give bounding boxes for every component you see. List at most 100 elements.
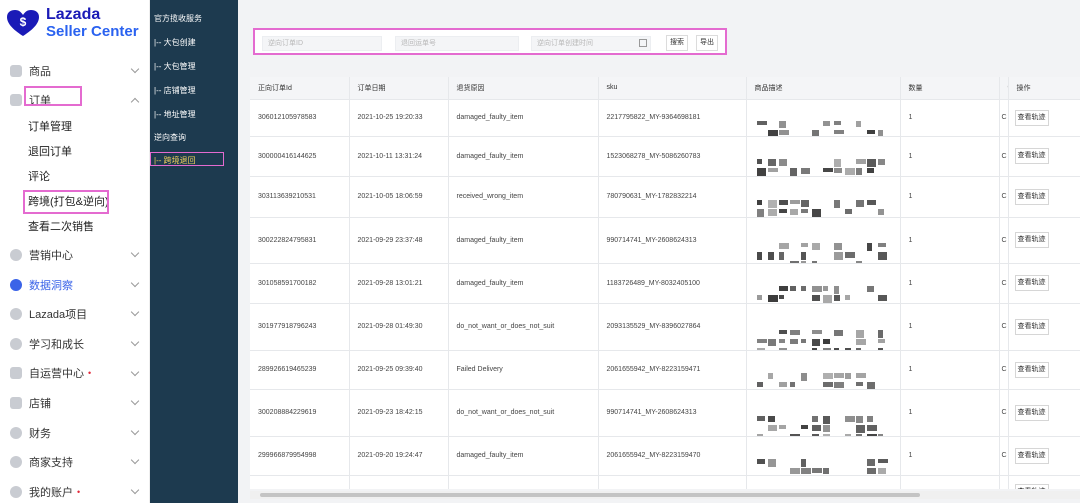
cell-return-reason: damaged_faulty_item [448,217,599,264]
cell-partial: C [999,436,1009,476]
cell-description-redacted [746,350,901,390]
cell-return-reason: damaged_faulty_item [448,436,599,476]
cell-action: 查看轨迹 [1008,99,1080,137]
cell-order-date: 2021-10-05 18:06:59 [349,176,449,218]
cell-action: 查看轨迹 [1008,263,1080,304]
search-button[interactable]: 搜索 [666,35,688,51]
learning-icon [10,337,22,350]
cell-description-redacted [746,303,901,351]
view-tracking-button[interactable]: 查看轨迹 [1014,109,1049,126]
cell-return-reason: damaged_faulty_item [448,99,599,137]
secondary-nav-item-manage-package[interactable]: |-- 大包管理 [154,61,196,72]
col-description[interactable]: 商品描述 [746,77,901,100]
created-time-placeholder: 逆向订单创建时间 [537,40,593,47]
cell-sku: 990714741_MY-2608624313 [598,217,747,264]
sidebar-sub-returned-orders[interactable]: 退回订单 [0,140,150,165]
sidebar-item-lazada-project[interactable]: Lazada项目 [0,299,150,329]
cell-order-id: 301977918796243 [250,303,350,351]
cell-sku: 2061655942_MY-8223159471 [598,350,747,390]
col-return-reason[interactable]: 退货原因 [448,77,599,100]
cell-order-date: 2021-09-29 23:37:48 [349,217,449,264]
cell-action: 查看轨迹 [1008,217,1080,264]
view-tracking-button[interactable]: 查看轨迹 [1014,188,1049,205]
horizontal-scrollbar[interactable] [250,491,1080,499]
cell-quantity: 1 [900,99,1000,137]
col-action[interactable]: 操作 [1008,77,1080,100]
view-tracking-button[interactable]: 查看轨迹 [1014,275,1049,291]
cell-order-id: 289926619465239 [250,350,350,390]
created-time-input[interactable]: 逆向订单创建时间 [531,36,651,51]
view-tracking-button[interactable]: 查看轨迹 [1014,484,1049,489]
cell-sku: 2217795822_MY-9364698181 [598,99,747,137]
highlight-box-cross-border-return [150,152,224,166]
cell-quantity: 1 [900,389,1000,437]
col-order-id[interactable]: 正向订单Id [250,77,350,100]
col-sku[interactable]: sku [598,77,747,100]
cell-action: 查看轨迹 [1008,475,1080,489]
view-tracking-button[interactable]: 查看轨迹 [1014,318,1049,335]
cell-order-date: 2021-09-14 22:19:08 [349,475,449,489]
view-tracking-button[interactable]: 查看轨迹 [1014,148,1049,164]
col-order-date[interactable]: 订单日期 [349,77,449,100]
sidebar-item-self-operation[interactable]: 自运营中心 • [0,359,150,389]
cell-sku: 2061655942_MY-8223159470 [598,436,747,476]
view-tracking-button[interactable]: 查看轨迹 [1014,447,1049,464]
table-row: 3003761110146232021-09-14 22:19:08damage… [250,475,1080,489]
calendar-icon[interactable] [639,39,647,47]
app-root: $ Lazada Seller Center 商品 订单 订单管理 退回订单 评… [0,0,1080,503]
cell-description-redacted [746,136,901,177]
cell-description-redacted: ion in [746,475,901,489]
sidebar-item-finance[interactable]: 财务 [0,418,150,448]
sidebar-sub-order-management[interactable]: 订单管理 [0,115,150,140]
table-row: 300000416144625 2021-10-11 13:31:24 damage… [250,136,1080,177]
support-icon [10,456,22,469]
secondary-nav-item-reverse-query[interactable]: 逆向查询 [154,132,186,143]
col-quantity[interactable]: 数量 [900,77,1000,100]
cell-partial: C [999,389,1009,437]
export-button[interactable]: 导出 [696,35,718,51]
cell-order-date: 2021-09-23 18:42:15 [349,389,449,437]
sidebar-sub-resale[interactable]: 查看二次销售 [0,215,150,240]
sidebar-item-merchant-support[interactable]: 商家支持 [0,447,150,477]
cell-return-reason: damaged_faulty_item [448,263,599,304]
view-tracking-button[interactable]: 查看轨迹 [1014,361,1049,378]
cell-order-date: 2021-09-28 01:49:30 [349,303,449,351]
sidebar-item-products[interactable]: 商品 [0,56,150,86]
cell-order-id: 300376111014623 [250,475,350,489]
sidebar-item-learning[interactable]: 学习和成长 [0,329,150,359]
cell-quantity: 1 [900,350,1000,390]
view-tracking-button[interactable]: 查看轨迹 [1014,232,1049,248]
sidebar-item-data-insights[interactable]: 数据洞察 [0,270,150,300]
sidebar-sub-reviews[interactable]: 评论 [0,165,150,190]
chevron-down-icon [130,248,140,258]
view-tracking-button[interactable]: 查看轨迹 [1014,404,1049,421]
notification-dot: • [88,368,92,379]
secondary-nav-item-create-package[interactable]: |-- 大包创建 [154,37,196,48]
returns-table: 正向订单Id 订单日期 退货原因 sku 商品描述 数量 C 操作 306012… [250,77,1080,489]
cell-partial: C [999,217,1009,264]
sidebar-item-my-account[interactable]: 我的账户 • [0,477,150,503]
chevron-down-icon [130,426,140,435]
secondary-nav-item-pickup[interactable]: 官方揽收服务 [154,13,202,24]
cell-action: 查看轨迹 [1008,303,1080,351]
cell-partial: C [999,263,1009,304]
secondary-nav-item-address-management[interactable]: |-- 地址管理 [154,109,196,120]
cell-partial: C [999,176,1009,218]
lazada-logo[interactable]: $ Lazada Seller Center [6,6,139,40]
sidebar-item-marketing[interactable]: 营销中心 [0,240,150,270]
secondary-nav-item-store-management[interactable]: |-- 店铺管理 [154,85,196,96]
chevron-down-icon [130,337,140,347]
scrollbar-thumb[interactable] [260,493,920,497]
data-icon [10,278,22,291]
cell-action: 查看轨迹 [1008,389,1080,437]
secondary-nav: 官方揽收服务 |-- 大包创建 |-- 大包管理 |-- 店铺管理 |-- 地址… [150,0,238,503]
cell-sku: 1183726489_MY-8032405100 [598,263,747,304]
cell-quantity: 1 [900,303,1000,351]
table-row: 303113639210531 2021-10-05 18:06:59 receiv… [250,176,1080,218]
cell-order-date: 2021-10-11 13:31:24 [349,136,449,177]
return-tracking-input[interactable]: 退回运单号 [395,36,519,51]
reverse-order-id-input[interactable]: 逆向订单ID [262,36,382,51]
chevron-down-icon [130,278,140,288]
sidebar-item-store[interactable]: 店铺 [0,388,150,418]
cell-order-date: 2021-09-20 19:24:47 [349,436,449,476]
